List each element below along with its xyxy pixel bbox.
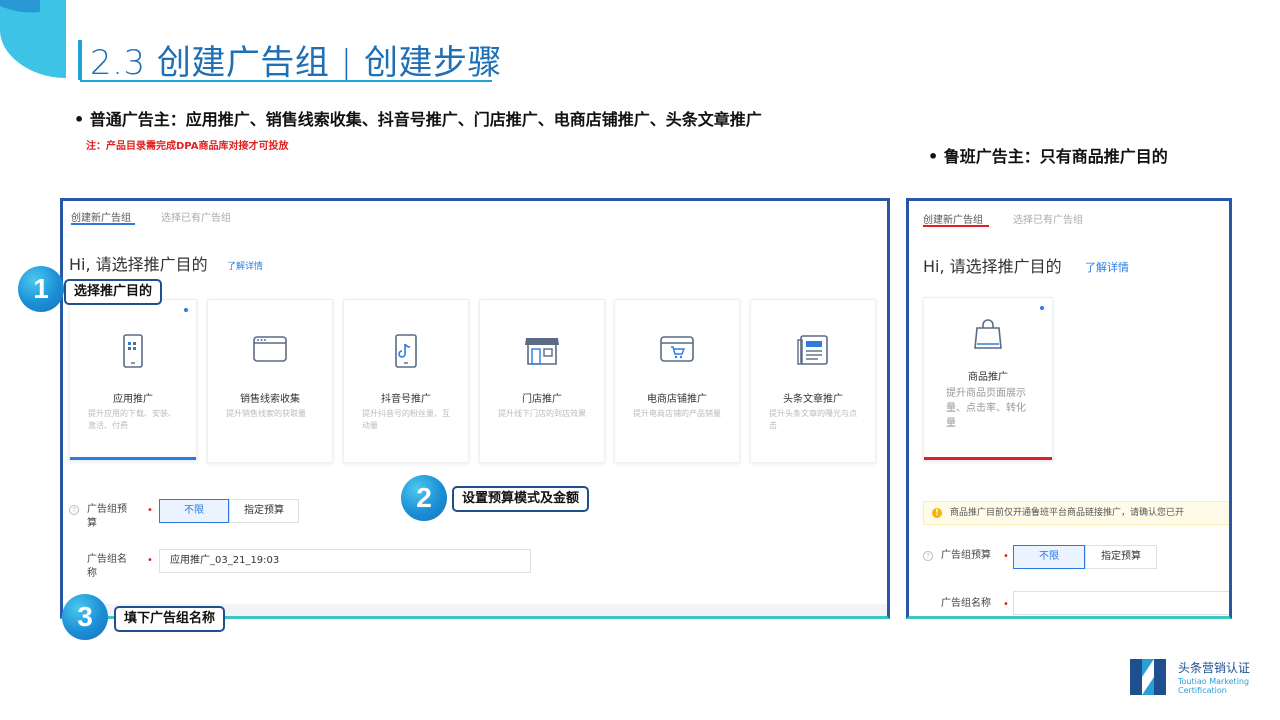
step-1-badge: 1 — [18, 266, 64, 312]
purpose-card-article[interactable]: 头条文章推广 提升头条文章的曝光与点击 — [750, 299, 876, 463]
step-3-badge: 3 — [62, 594, 108, 640]
card-desc: 提升商品页面展示量、点击率、转化量 — [946, 388, 1026, 429]
tab-active-underline — [71, 223, 135, 225]
required-mark: • — [147, 555, 153, 566]
budget-unlimited-button[interactable]: 不限 — [1013, 545, 1085, 569]
step-3-label: 填下广告组名称 — [114, 606, 226, 632]
storefront-icon — [525, 338, 559, 365]
card-desc: 提升线下门店的到店效果 — [498, 409, 586, 418]
purpose-card-store[interactable]: 门店推广 提升线下门店的到店效果 — [479, 299, 605, 463]
budget-unlimited-button[interactable]: 不限 — [159, 499, 229, 523]
budget-specified-button[interactable]: 指定预算 — [1085, 545, 1157, 569]
right-screenshot-frame: 创建新广告组 选择已有广告组 Hi, 请选择推广目的 了解详情 商品推广 提升商… — [906, 198, 1232, 619]
shopping-bag-icon — [974, 319, 1002, 349]
card-title: 电商店铺推广 — [647, 394, 707, 405]
brand-logo: 头条营销认证 Toutiao Marketing Certification — [1128, 657, 1268, 701]
page-title: 2.3 创建广告组 | 创建步骤 — [90, 43, 502, 83]
help-icon[interactable]: ? — [69, 505, 79, 515]
bullet-luban-advertiser: • 鲁班广告主：只有商品推广目的 — [928, 147, 1168, 166]
selected-dot — [184, 308, 188, 312]
purpose-card-leads[interactable]: 销售线索收集 提升销售线索的获取量 — [207, 299, 333, 463]
bullet-regular-advertiser: • 普通广告主：应用推广、销售线索收集、抖音号推广、门店推广、电商店铺推广、头条… — [74, 110, 762, 129]
purpose-heading: Hi, 请选择推广目的 — [923, 257, 1062, 276]
card-desc: 提升头条文章的曝光与点击 — [769, 409, 857, 430]
tab-active-underline — [923, 225, 989, 227]
learn-more-link[interactable]: 了解详情 — [1085, 259, 1129, 275]
required-mark: • — [147, 505, 153, 516]
card-desc: 提升抖音号的粉丝量、互动量 — [362, 409, 450, 430]
card-title: 头条文章推广 — [783, 394, 843, 405]
tab-select-existing-group[interactable]: 选择已有广告组 — [161, 209, 231, 224]
brand-name-cn: 头条营销认证 — [1178, 661, 1251, 675]
tab-create-new-group[interactable]: 创建新广告组 — [71, 209, 131, 224]
card-title: 商品推广 — [968, 372, 1008, 383]
purpose-card-eshop[interactable]: 电商店铺推广 提升电商店铺的产品销量 — [614, 299, 740, 463]
purpose-card-product[interactable]: 商品推广 提升商品页面展示量、点击率、转化量 — [923, 297, 1053, 461]
warning-text: 商品推广目前仅开通鲁班平台商品链接推广，请确认您已开 — [950, 508, 1185, 518]
card-title: 门店推广 — [522, 394, 562, 405]
step-1-label: 选择推广目的 — [64, 279, 163, 305]
required-mark: • — [1003, 551, 1009, 562]
step-2-badge: 2 — [401, 475, 447, 521]
luban-warning-bar: ! 商品推广目前仅开通鲁班平台商品链接推广，请确认您已开 — [923, 501, 1229, 525]
group-name-input[interactable]: 应用推广_03_21_19:03 — [159, 549, 531, 573]
card-desc: 提升电商店铺的产品销量 — [633, 409, 721, 418]
toutiao-marketing-logo-icon — [1130, 659, 1166, 695]
corner-decoration — [0, 0, 66, 78]
phone-app-icon — [123, 334, 143, 368]
shop-cart-icon — [660, 336, 694, 362]
article-icon — [797, 335, 828, 365]
purpose-heading: Hi, 请选择推广目的 — [69, 255, 208, 274]
left-screenshot-frame: 创建新广告组 选择已有广告组 Hi, 请选择推广目的 了解详情 应用推广 提升应… — [60, 198, 890, 619]
title-accent-bar — [78, 40, 82, 80]
step-2-label: 设置预算模式及金额 — [452, 486, 590, 512]
card-selected-bar — [70, 457, 196, 460]
tab-create-new-group[interactable]: 创建新广告组 — [923, 211, 983, 226]
selected-dot — [1040, 306, 1044, 310]
browser-window-icon — [253, 336, 287, 362]
help-icon[interactable]: ? — [923, 551, 933, 561]
dpa-note: 注：产品目录需完成DPA商品库对接才可投放 — [86, 141, 289, 152]
card-title: 应用推广 — [113, 394, 153, 405]
card-title: 销售线索收集 — [240, 394, 300, 405]
learn-more-link[interactable]: 了解详情 — [227, 259, 263, 272]
required-mark: • — [1003, 599, 1009, 610]
card-desc: 提升应用的下载、安装、激活、付费 — [88, 409, 176, 430]
group-name-label: 广告组名称 — [87, 554, 127, 579]
group-name-input[interactable] — [1013, 591, 1229, 615]
douyin-phone-icon — [395, 334, 417, 368]
brand-name-en: Toutiao Marketing Certification — [1178, 677, 1249, 695]
budget-specified-button[interactable]: 指定预算 — [229, 499, 299, 523]
brand-name-en-line1: Toutiao Marketing — [1178, 677, 1250, 686]
purpose-card-douyin[interactable]: 抖音号推广 提升抖音号的粉丝量、互动量 — [343, 299, 469, 463]
budget-label: 广告组预算 — [87, 504, 127, 529]
card-desc: 提升销售线索的获取量 — [226, 409, 306, 418]
tab-select-existing-group[interactable]: 选择已有广告组 — [1013, 211, 1083, 226]
purpose-card-app[interactable]: 应用推广 提升应用的下载、安装、激活、付费 — [69, 299, 197, 461]
group-name-label: 广告组名称 — [941, 598, 991, 609]
budget-label: 广告组预算 — [941, 550, 991, 561]
title-underline — [80, 80, 492, 82]
card-selected-bar — [924, 457, 1052, 460]
card-title: 抖音号推广 — [381, 394, 431, 405]
warning-icon: ! — [932, 508, 942, 518]
brand-name-en-line2: Certification — [1178, 686, 1227, 695]
